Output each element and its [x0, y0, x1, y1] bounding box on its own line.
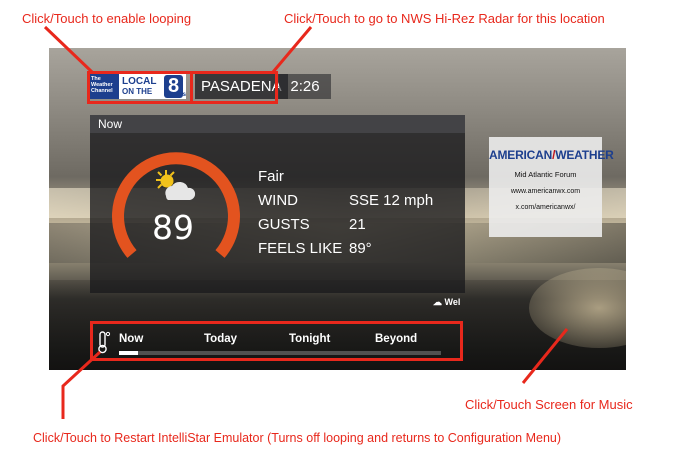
- logo-s: s: [182, 92, 186, 98]
- city-name-button[interactable]: PASADENA: [195, 74, 288, 99]
- gusts-label: GUSTS: [258, 216, 310, 233]
- sponsor-panel: AMERICAN/WEATHER Mid Atlantic Forum www.…: [489, 137, 614, 237]
- partly-sunny-icon: [156, 170, 196, 200]
- segment-progress-fill: [119, 351, 139, 355]
- annotation-music: Click/Touch Screen for Music: [465, 397, 633, 412]
- weather-screen[interactable]: The Weather Channel LOCAL ON THE 8 s PAS…: [49, 48, 626, 370]
- condition-text: Fair: [258, 168, 284, 185]
- logo-on-the-text: ON THE: [122, 87, 153, 96]
- clock: 2:26: [279, 74, 331, 99]
- current-conditions-panel: Now 89 Fair WIND SSE 12 mph GUSTS 21 FEE…: [90, 115, 465, 293]
- tab-today[interactable]: Today: [204, 333, 237, 345]
- american-weather-logo: AMERICAN/WEATHER: [489, 148, 614, 162]
- tab-tonight[interactable]: Tonight: [289, 333, 330, 345]
- ticker-text: ☁ Wel: [433, 297, 461, 307]
- thermometer-icon: [98, 331, 111, 354]
- sponsor-site: www.americanwx.com: [510, 188, 581, 195]
- local-on-the-8s-logo[interactable]: The Weather Channel LOCAL ON THE 8 s: [90, 74, 186, 99]
- temperature-gauge: [112, 152, 240, 258]
- tab-now[interactable]: Now: [119, 333, 143, 345]
- segment-progress-bar: [119, 351, 441, 355]
- logo-local-text: LOCAL: [122, 76, 157, 87]
- annotation-enable-looping: Click/Touch to enable looping: [22, 11, 192, 26]
- gusts-value: 21: [349, 216, 366, 233]
- tab-beyond[interactable]: Beyond: [375, 333, 417, 345]
- panel-title: Now: [90, 115, 465, 133]
- wind-value: SSE 12 mph: [349, 192, 434, 209]
- annotation-restart: Click/Touch to Restart IntelliStar Emula…: [33, 431, 562, 445]
- wind-label: WIND: [258, 192, 298, 209]
- sponsor-forum: Mid Atlantic Forum: [514, 170, 577, 179]
- cloud-icon: ☁: [433, 297, 442, 307]
- temperature-value: 89: [152, 208, 194, 247]
- feels-like-label: FEELS LIKE: [258, 240, 343, 257]
- annotation-radar: Click/Touch to go to NWS Hi-Rez Radar fo…: [284, 11, 605, 26]
- logo-eight: 8: [164, 75, 183, 98]
- sponsor-social: x.com/americanwx/: [515, 204, 576, 211]
- segment-nav-bar[interactable]: Now Today Tonight Beyond: [93, 325, 459, 357]
- feels-like-value: 89°: [349, 240, 372, 257]
- weather-channel-logo: The Weather Channel: [90, 74, 119, 99]
